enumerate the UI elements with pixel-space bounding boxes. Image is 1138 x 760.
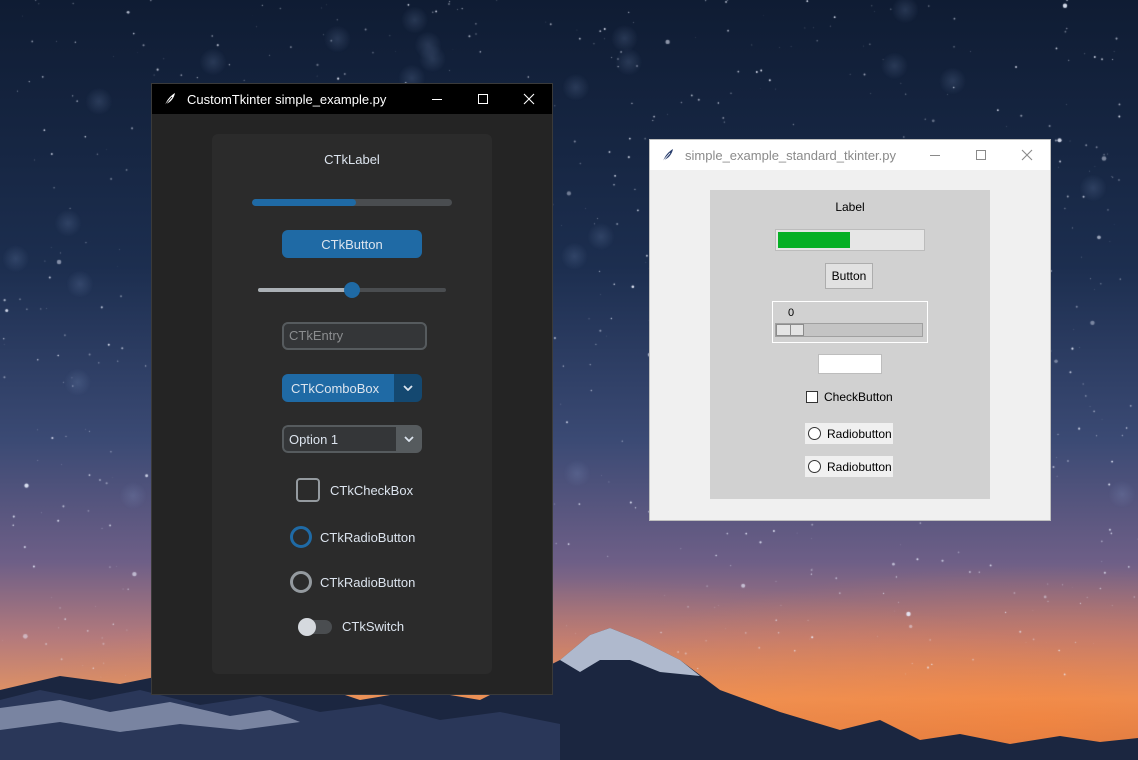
- maximize-icon: [478, 94, 488, 104]
- ctk-switch-label: CTkSwitch: [342, 619, 405, 634]
- ctk-frame: CTkLabel CTkButton CTkEntry CTkComboBox …: [212, 134, 492, 674]
- ctk-optionmenu[interactable]: Option 1: [282, 425, 422, 453]
- tk-checkbutton-box[interactable]: [806, 391, 818, 403]
- ctk-switch-thumb[interactable]: [298, 617, 316, 636]
- ctk-slider-handle[interactable]: [344, 282, 360, 298]
- tk-window: simple_example_standard_tkinter.py Label…: [650, 140, 1050, 520]
- close-button[interactable]: [1004, 140, 1050, 170]
- maximize-button[interactable]: [460, 84, 506, 114]
- minimize-button[interactable]: [912, 140, 958, 170]
- window-title: CustomTkinter simple_example.py: [187, 91, 387, 107]
- tk-radiobutton-1[interactable]: Radiobutton: [805, 423, 893, 444]
- ctk-optionmenu-dropdown-button[interactable]: [396, 425, 422, 453]
- ctk-switch[interactable]: CTkSwitch: [298, 617, 405, 636]
- ctk-radiobutton-circle[interactable]: [290, 571, 312, 593]
- tk-feather-icon: [164, 93, 175, 106]
- ctk-radiobutton-label: CTkRadioButton: [320, 529, 416, 545]
- tk-checkbutton-label: CheckButton: [824, 390, 893, 404]
- ctk-combobox-dropdown-button[interactable]: [394, 374, 422, 402]
- tk-entry[interactable]: [818, 354, 882, 374]
- minimize-icon: [930, 155, 940, 156]
- tk-scale-trough[interactable]: [775, 323, 923, 337]
- tk-progressbar: [775, 229, 925, 251]
- ctk-slider[interactable]: [258, 282, 446, 298]
- ctk-button[interactable]: CTkButton: [282, 230, 422, 258]
- ctk-checkbox-label: CTkCheckBox: [330, 482, 414, 498]
- ctk-progressbar-fill: [252, 199, 356, 206]
- tk-radiobutton-circle[interactable]: [808, 427, 821, 440]
- tk-titlebar[interactable]: simple_example_standard_tkinter.py: [650, 140, 1050, 170]
- ctk-progressbar: [252, 199, 452, 206]
- ctk-label: CTkLabel: [324, 152, 380, 167]
- ctk-optionmenu-value[interactable]: Option 1: [282, 425, 396, 453]
- tk-scale-handle[interactable]: [776, 324, 804, 336]
- ctk-switch-track[interactable]: [298, 617, 332, 636]
- ctk-radiobutton-1[interactable]: CTkRadioButton: [290, 526, 415, 548]
- tk-scale[interactable]: 0: [772, 301, 928, 343]
- ctk-combobox-value[interactable]: CTkComboBox: [282, 374, 394, 402]
- ctk-window: CustomTkinter simple_example.py CTkLabel…: [152, 84, 552, 694]
- tk-radiobutton-label: Radiobutton: [827, 426, 892, 441]
- tk-radiobutton-2[interactable]: Radiobutton: [805, 456, 893, 477]
- chevron-down-icon: [403, 385, 413, 391]
- tk-scale-value: 0: [788, 307, 795, 319]
- ctk-radiobutton-2[interactable]: CTkRadioButton: [290, 571, 415, 593]
- close-icon: [1021, 149, 1033, 161]
- minimize-button[interactable]: [414, 84, 460, 114]
- ctk-entry[interactable]: CTkEntry: [282, 322, 427, 350]
- close-button[interactable]: [506, 84, 552, 114]
- maximize-button[interactable]: [958, 140, 1004, 170]
- ctk-slider-fill: [258, 288, 352, 292]
- maximize-icon: [976, 150, 986, 160]
- tk-checkbutton[interactable]: CheckButton: [806, 390, 893, 404]
- tk-frame: Label Button 0 CheckButton Radiobutton R…: [710, 190, 990, 499]
- ctk-radiobutton-label: CTkRadioButton: [320, 574, 416, 590]
- tk-radiobutton-label: Radiobutton: [827, 459, 892, 474]
- ctk-titlebar[interactable]: CustomTkinter simple_example.py: [152, 84, 552, 114]
- tk-progressbar-fill: [778, 232, 850, 248]
- close-icon: [523, 93, 535, 105]
- tk-radiobutton-circle[interactable]: [808, 460, 821, 473]
- minimize-icon: [432, 99, 442, 100]
- ctk-combobox[interactable]: CTkComboBox: [282, 374, 422, 402]
- ctk-checkbox[interactable]: CTkCheckBox: [296, 478, 413, 502]
- tk-feather-icon: [662, 149, 673, 162]
- chevron-down-icon: [404, 436, 414, 442]
- tk-label: Label: [835, 200, 865, 214]
- window-title: simple_example_standard_tkinter.py: [685, 147, 897, 163]
- ctk-checkbox-box[interactable]: [296, 478, 320, 502]
- ctk-radiobutton-circle[interactable]: [290, 526, 312, 548]
- tk-button[interactable]: Button: [825, 263, 873, 289]
